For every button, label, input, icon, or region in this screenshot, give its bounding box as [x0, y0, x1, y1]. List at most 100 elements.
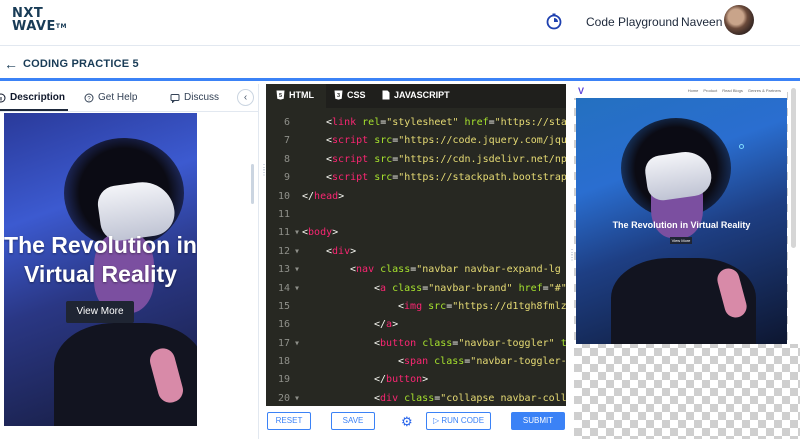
gear-icon[interactable]: ⚙: [401, 414, 413, 430]
preview-scrollbar[interactable]: [788, 84, 800, 344]
logo-trademark: TM: [55, 23, 67, 30]
preview-navbar: V Home Product Read Blogs Genres & Partn…: [574, 84, 787, 98]
editor-actions: RESET SAVE ⚙ ▷ RUN CODE SUBMIT: [266, 406, 566, 439]
fold-toggle-icon[interactable]: ▾: [294, 280, 302, 298]
tab-html-label: HTML: [289, 90, 314, 100]
html5-icon: 5: [276, 90, 285, 100]
run-code-label: RUN CODE: [441, 416, 485, 425]
code-line[interactable]: 7 <script src="https://code.jquery.com/jq…: [266, 132, 566, 150]
user-name[interactable]: Naveen: [681, 15, 722, 29]
code-line[interactable]: 6 <link rel="stylesheet" href="https://st…: [266, 114, 566, 132]
code-line[interactable]: 10 </head>: [266, 188, 566, 206]
back-arrow-icon[interactable]: ←: [4, 56, 18, 72]
code-line[interactable]: 11 ▾ <body>: [266, 224, 566, 242]
svg-text:5: 5: [279, 93, 282, 99]
panel-scrollbar[interactable]: [251, 164, 254, 204]
line-number: 12: [277, 245, 290, 257]
run-code-button[interactable]: ▷ RUN CODE: [426, 412, 491, 430]
description-preview-image: The Revolution in Virtual Reality View M…: [4, 113, 197, 426]
reset-button[interactable]: RESET: [267, 412, 311, 430]
code-line[interactable]: 15 <img src="https://d1tgh8fmlze: [266, 298, 566, 316]
tab-javascript-label: JAVASCRIPT: [394, 90, 450, 100]
code-line[interactable]: 16 </a>: [266, 316, 566, 334]
code-text: <nav class="navbar navbar-expand-lg n: [350, 264, 566, 276]
code-text: <button class="navbar-toggler" ty: [374, 337, 566, 349]
line-number: 11: [277, 227, 290, 239]
code-line[interactable]: 20 ▾ <div class="collapse navbar-colla: [266, 390, 566, 404]
svg-text:3: 3: [337, 93, 340, 99]
preview-hero-title: The Revolution in Virtual Reality: [612, 220, 751, 230]
view-more-button[interactable]: View More: [66, 301, 134, 323]
preview-view-more-button[interactable]: View More: [670, 237, 692, 244]
code-text: <script src="https://stackpath.bootstrap…: [326, 172, 566, 184]
preview-nav-genres[interactable]: Genres & Partners: [748, 88, 781, 93]
preview-nav-blogs[interactable]: Read Blogs: [722, 88, 743, 93]
code-text: <div class="collapse navbar-colla: [374, 392, 566, 404]
tab-javascript[interactable]: JAVASCRIPT: [382, 90, 450, 100]
description-panel: Description ? Get Help Discuss ‹ The Rev…: [0, 84, 259, 439]
fold-toggle-icon[interactable]: ▾: [294, 224, 302, 242]
output-preview-panel: V Home Product Read Blogs Genres & Partn…: [574, 84, 800, 439]
code-text: <span class="navbar-toggler-i: [398, 356, 566, 368]
line-number: 17: [277, 337, 290, 349]
active-tab-indicator: [0, 109, 68, 111]
fold-toggle-icon[interactable]: ▾: [294, 390, 302, 404]
tab-css[interactable]: 3 CSS: [334, 90, 366, 100]
code-text: <script src="https://cdn.jsdelivr.net/np…: [326, 153, 566, 165]
line-number: 11: [277, 208, 290, 220]
tab-description-label: Description: [10, 92, 66, 103]
tab-css-label: CSS: [347, 90, 366, 100]
preview-nav-home[interactable]: Home: [688, 88, 699, 93]
line-number: 10: [277, 190, 290, 202]
code-text: <img src="https://d1tgh8fmlze: [398, 300, 566, 312]
line-number: 19: [277, 374, 290, 386]
save-button[interactable]: SAVE: [331, 412, 375, 430]
code-text: <link rel="stylesheet" href="https://sta…: [326, 117, 566, 128]
code-line[interactable]: 12 ▾ <div>: [266, 243, 566, 261]
code-line[interactable]: 17 ▾ <button class="navbar-toggler" ty: [266, 335, 566, 353]
tab-get-help[interactable]: ? Get Help: [84, 92, 137, 103]
code-playground-link[interactable]: Code Playground: [586, 15, 679, 29]
info-icon: [0, 93, 6, 102]
code-line[interactable]: 19 </button>: [266, 371, 566, 389]
timer-icon[interactable]: [545, 12, 563, 30]
line-number: 8: [283, 153, 290, 165]
line-number: 15: [277, 300, 290, 312]
code-lines[interactable]: 6 <link rel="stylesheet" href="https://st…: [266, 114, 566, 404]
sparkle-dot: [739, 144, 744, 149]
code-line[interactable]: 9 <script src="https://stackpath.bootstra…: [266, 169, 566, 187]
practice-bar: ← CODING PRACTICE 5: [0, 47, 800, 81]
code-text: <body>: [302, 227, 339, 239]
preview-nav-product[interactable]: Product: [703, 88, 717, 93]
tab-description[interactable]: Description: [0, 92, 65, 103]
tab-discuss[interactable]: Discuss: [170, 92, 219, 103]
code-text: <a class="navbar-brand" href="#">: [374, 282, 566, 294]
code-line[interactable]: 18 <span class="navbar-toggler-i: [266, 353, 566, 371]
submit-button[interactable]: SUBMIT: [511, 412, 565, 430]
avatar[interactable]: [724, 5, 754, 35]
preview-nav-links: Home Product Read Blogs Genres & Partner…: [688, 88, 781, 93]
fold-toggle-icon[interactable]: ▾: [294, 335, 302, 353]
preview-scrollbar-thumb[interactable]: [791, 88, 796, 248]
nxtwave-logo[interactable]: NXT WAVETM: [12, 7, 67, 33]
line-number: 9: [283, 172, 290, 184]
fold-toggle-icon[interactable]: ▾: [294, 243, 302, 261]
code-line[interactable]: 13 ▾ <nav class="navbar navbar-expand-lg n: [266, 261, 566, 279]
code-text: </a>: [374, 319, 399, 331]
drag-handle-left[interactable]: ⋮ ⋮: [260, 164, 268, 185]
code-line[interactable]: 11: [266, 206, 566, 224]
collapse-panel-button[interactable]: ‹: [237, 89, 254, 106]
tab-html[interactable]: 5 HTML: [276, 90, 314, 100]
top-header: NXT WAVETM Code Playground Naveen: [0, 0, 800, 46]
code-text: </head>: [302, 190, 345, 202]
code-line[interactable]: 14 ▾ <a class="navbar-brand" href="#">: [266, 280, 566, 298]
hero-title: The Revolution in Virtual Reality: [4, 232, 197, 287]
fold-toggle-icon[interactable]: ▾: [294, 261, 302, 279]
drag-handle-right[interactable]: ⋮ ⋮: [568, 249, 576, 270]
line-number: 16: [277, 319, 290, 331]
help-circle-icon: ?: [84, 93, 94, 102]
line-number: 18: [277, 356, 290, 368]
preview-hero-image: The Revolution in Virtual Reality View M…: [576, 98, 787, 344]
code-line[interactable]: 8 <script src="https://cdn.jsdelivr.net/n…: [266, 151, 566, 169]
preview-logo[interactable]: V: [578, 86, 584, 96]
